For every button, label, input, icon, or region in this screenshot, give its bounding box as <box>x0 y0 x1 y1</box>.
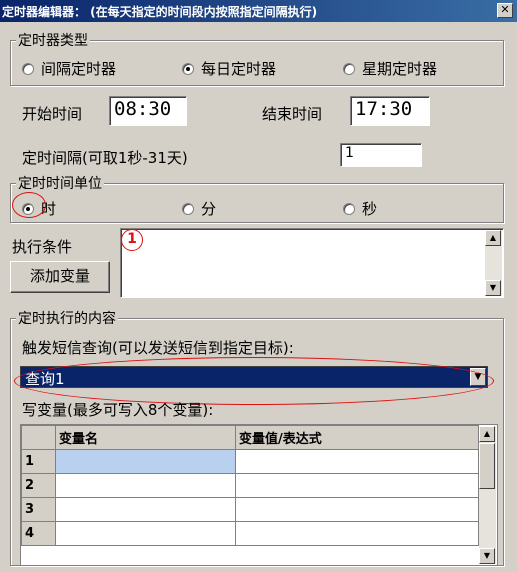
chevron-down-icon[interactable]: ▼ <box>470 368 486 386</box>
write-variables-label: 写变量(最多可写入8个变量): <box>22 401 214 419</box>
radio-daily-timer[interactable]: 每日定时器 <box>182 58 276 79</box>
trigger-label: 触发短信查询(可以发送短信到指定目标): <box>22 339 294 357</box>
variable-name-cell[interactable] <box>55 521 236 546</box>
condition-label: 执行条件 <box>12 238 73 256</box>
header-corner <box>21 425 56 450</box>
add-variable-button[interactable]: 添加变量 <box>10 261 110 293</box>
variable-name-cell[interactable] <box>55 473 236 498</box>
title-bar: 定时器编辑器： (在每天指定的时间段内按照指定间隔执行) ✕ <box>0 0 517 22</box>
end-time-label: 结束时间 <box>262 105 323 123</box>
variable-value-cell[interactable] <box>235 497 479 522</box>
radio-dot <box>182 62 194 75</box>
start-time-label: 开始时间 <box>22 105 83 123</box>
condition-scrollbar[interactable]: ▲ ▼ <box>485 230 502 296</box>
radio-dot <box>182 202 194 215</box>
variables-table: 变量名 变量值/表达式 1 2 3 4 ▲ ▼ <box>20 424 498 566</box>
radio-daily-label: 每日定时器 <box>201 60 277 78</box>
condition-textarea[interactable]: ▲ ▼ <box>120 228 504 298</box>
close-button[interactable]: ✕ <box>497 3 513 18</box>
radio-dot <box>22 202 34 215</box>
scroll-up-icon[interactable]: ▲ <box>479 426 495 442</box>
variable-name-cell[interactable] <box>55 449 236 474</box>
radio-minute-label: 分 <box>201 200 217 218</box>
variable-value-cell[interactable] <box>235 449 479 474</box>
interval-label: 定时间隔(可取1秒-31天) <box>22 149 188 167</box>
radio-dot <box>343 62 355 75</box>
window-title: 定时器编辑器： (在每天指定的时间段内按照指定间隔执行) <box>2 5 318 19</box>
radio-second-label: 秒 <box>362 200 378 218</box>
radio-weekly-timer[interactable]: 星期定时器 <box>343 58 437 79</box>
annotation-marker-1: 1 <box>121 229 143 251</box>
radio-dot <box>22 62 34 75</box>
scroll-up-icon[interactable]: ▲ <box>485 230 501 246</box>
radio-interval-label: 间隔定时器 <box>41 60 117 78</box>
header-variable-value[interactable]: 变量值/表达式 <box>235 425 479 450</box>
variable-name-cell[interactable] <box>55 497 236 522</box>
table-scrollbar[interactable]: ▲ ▼ <box>479 426 496 564</box>
trigger-select[interactable]: 查询1 ▼ <box>20 366 488 388</box>
header-variable-name[interactable]: 变量名 <box>55 425 236 450</box>
radio-interval-timer[interactable]: 间隔定时器 <box>22 58 116 79</box>
timer-type-legend: 定时器类型 <box>16 30 90 50</box>
content-legend: 定时执行的内容 <box>16 308 118 328</box>
table-header-row: 变量名 变量值/表达式 <box>21 425 479 450</box>
time-unit-legend: 定时时间单位 <box>16 173 104 193</box>
table-row: 1 <box>21 449 479 474</box>
table-row: 4 <box>21 521 479 546</box>
radio-unit-hour[interactable]: 时 <box>22 198 56 219</box>
radio-dot <box>343 202 355 215</box>
end-time-input[interactable]: 17:30 <box>350 96 430 126</box>
table-row: 3 <box>21 497 479 522</box>
interval-input[interactable]: 1 <box>340 143 422 167</box>
scroll-thumb[interactable] <box>479 443 495 489</box>
variable-value-cell[interactable] <box>235 473 479 498</box>
radio-weekly-label: 星期定时器 <box>362 60 438 78</box>
table-row: 2 <box>21 473 479 498</box>
scroll-down-icon[interactable]: ▼ <box>479 548 495 564</box>
trigger-select-value: 查询1 <box>25 370 65 388</box>
row-number[interactable]: 4 <box>21 521 56 546</box>
row-number[interactable]: 2 <box>21 473 56 498</box>
row-number[interactable]: 1 <box>21 449 56 474</box>
radio-hour-label: 时 <box>41 200 57 218</box>
variable-value-cell[interactable] <box>235 521 479 546</box>
radio-unit-second[interactable]: 秒 <box>343 198 377 219</box>
scroll-down-icon[interactable]: ▼ <box>485 280 501 296</box>
row-number[interactable]: 3 <box>21 497 56 522</box>
radio-unit-minute[interactable]: 分 <box>182 198 216 219</box>
start-time-input[interactable]: 08:30 <box>109 96 187 126</box>
